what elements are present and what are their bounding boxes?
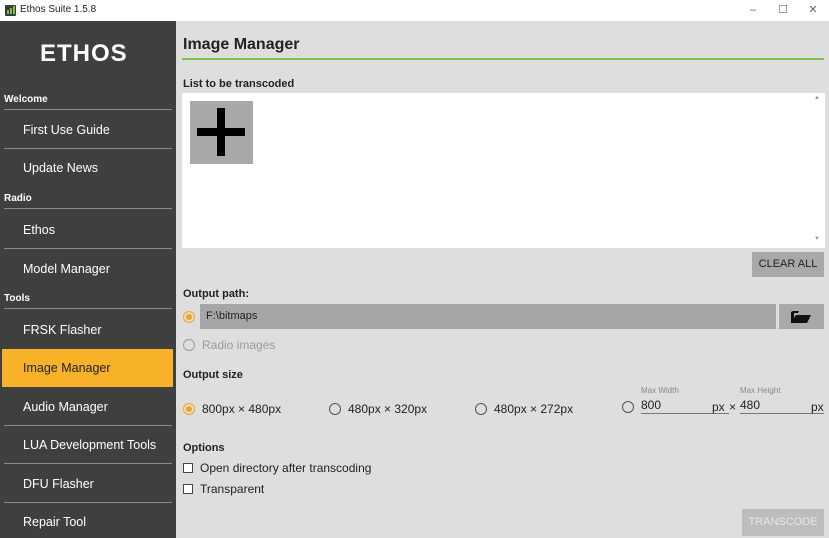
maximize-button[interactable]: ☐ xyxy=(768,0,798,21)
size-480x320-label: 480px × 320px xyxy=(348,402,428,416)
radio-images-label: Radio images xyxy=(202,338,276,352)
size-480x320-radio[interactable] xyxy=(329,403,341,415)
sidebar-item-image-manager[interactable]: Image Manager xyxy=(2,349,173,387)
minimize-button[interactable]: – xyxy=(738,0,768,21)
size-custom-radio[interactable] xyxy=(622,401,634,413)
transcode-list[interactable]: ▲ ▼ xyxy=(182,93,825,248)
section-label-radio: Radio xyxy=(4,193,32,204)
max-height-label: Max Height xyxy=(740,386,781,395)
output-path-field[interactable]: F:\bitmaps xyxy=(200,304,776,329)
browse-folder-button[interactable] xyxy=(779,304,824,329)
sidebar-item-audio-manager[interactable]: Audio Manager xyxy=(0,388,176,426)
output-path-radio[interactable] xyxy=(183,311,195,323)
size-800x480-label: 800px × 480px xyxy=(202,402,282,416)
divider xyxy=(4,248,172,249)
divider xyxy=(4,463,172,464)
sidebar: ETHOS Welcome First Use Guide Update New… xyxy=(0,21,176,538)
options-label: Options xyxy=(183,442,225,454)
output-size-label: Output size xyxy=(183,369,243,381)
section-label-welcome: Welcome xyxy=(4,94,48,105)
scroll-down-icon[interactable]: ▼ xyxy=(813,236,821,242)
list-label: List to be transcoded xyxy=(183,78,295,90)
radio-images-radio[interactable] xyxy=(183,339,195,351)
close-button[interactable]: ✕ xyxy=(798,0,828,21)
clear-all-button[interactable]: CLEAR ALL xyxy=(752,252,824,277)
height-unit: px xyxy=(811,400,824,414)
size-800x480-radio[interactable] xyxy=(183,403,195,415)
logo-text: ETHOS xyxy=(40,41,128,65)
transparent-checkbox[interactable] xyxy=(183,484,193,494)
scroll-up-icon[interactable]: ▲ xyxy=(813,95,821,101)
ethos-logo: ETHOS xyxy=(0,21,176,90)
width-unit: px xyxy=(712,400,725,414)
sidebar-item-update-news[interactable]: Update News xyxy=(0,149,176,187)
divider xyxy=(4,208,172,209)
divider xyxy=(4,308,172,309)
title-underline xyxy=(182,58,824,60)
plus-icon-vertical xyxy=(217,108,225,156)
output-path-label: Output path: xyxy=(183,288,249,300)
folder-icon xyxy=(791,311,811,323)
times-sign: × xyxy=(729,400,737,414)
title-bar: Ethos Suite 1.5.8 – ☐ ✕ xyxy=(0,0,829,21)
sidebar-item-model-manager[interactable]: Model Manager xyxy=(0,250,176,288)
sidebar-item-frsk-flasher[interactable]: FRSK Flasher xyxy=(0,311,176,349)
window-title: Ethos Suite 1.5.8 xyxy=(20,4,97,15)
page-title: Image Manager xyxy=(183,36,300,53)
section-label-tools: Tools xyxy=(4,293,30,304)
main-panel: Image Manager List to be transcoded ▲ ▼ … xyxy=(176,21,829,538)
transparent-label: Transparent xyxy=(200,482,265,496)
max-width-label: Max Width xyxy=(641,386,679,395)
ethos-logo-graphic: ETHOS xyxy=(40,41,128,65)
sidebar-item-ethos[interactable]: Ethos xyxy=(0,211,176,249)
transcode-button[interactable]: TRANSCODE xyxy=(742,509,824,536)
sidebar-item-dfu-flasher[interactable]: DFU Flasher xyxy=(0,465,176,503)
sidebar-item-first-use-guide[interactable]: First Use Guide xyxy=(0,111,176,149)
size-480x272-label: 480px × 272px xyxy=(494,402,574,416)
open-directory-label: Open directory after transcoding xyxy=(200,461,372,475)
sidebar-item-repair-tool[interactable]: Repair Tool xyxy=(0,503,176,538)
sidebar-item-lua-development-tools[interactable]: LUA Development Tools xyxy=(0,426,176,464)
app-icon xyxy=(5,5,16,16)
open-directory-checkbox[interactable] xyxy=(183,463,193,473)
add-image-button[interactable] xyxy=(190,101,253,164)
divider xyxy=(4,109,172,110)
size-480x272-radio[interactable] xyxy=(475,403,487,415)
